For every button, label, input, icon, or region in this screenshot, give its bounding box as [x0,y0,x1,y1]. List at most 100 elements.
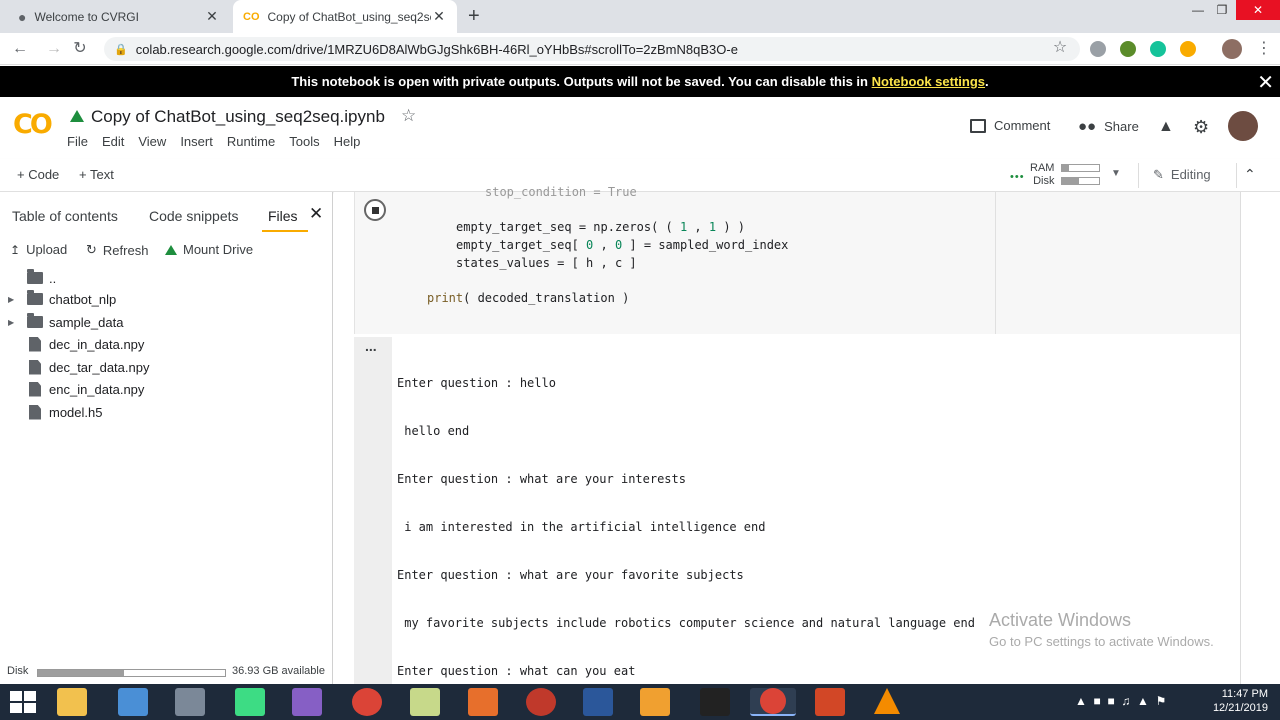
word-icon[interactable] [583,688,613,716]
grammarly-icon[interactable] [1150,41,1166,57]
divider [1138,163,1139,188]
comment-button[interactable]: Comment [970,118,1050,133]
new-tab-button[interactable]: + [468,5,480,28]
share-button[interactable]: ●● Share [1078,118,1139,135]
banner-text: This notebook is open with private outpu… [291,74,872,89]
stop-execution-button[interactable] [364,199,386,221]
control-panel-icon[interactable] [118,688,148,716]
terminal-icon[interactable] [700,688,730,716]
close-tab-icon[interactable]: ✕ [204,8,220,25]
file-row-folder[interactable]: ▶ sample_data [0,311,333,333]
close-tab-icon[interactable]: ✕ [431,8,447,25]
disk-usage-fill [38,670,125,676]
browser-toolbar: ← → ↻ 🔒 colab.research.google.com/drive/… [0,33,1280,65]
profile-avatar[interactable] [1222,39,1242,59]
reload-icon[interactable]: ↻ [70,39,90,59]
file-row-folder[interactable]: ▶ chatbot_nlp [0,288,333,310]
file-row-file[interactable]: dec_tar_data.npy [0,356,333,378]
tab-files[interactable]: Files [268,208,298,224]
menu-bar: File Edit View Insert Runtime Tools Help [67,134,374,149]
tray-icons[interactable]: ▲ ■ ■ ♫ ▲ ⚑ [1075,694,1166,708]
bookmark-star-icon[interactable]: ☆ [1050,38,1070,58]
ram-bar [1061,164,1100,172]
android-studio-icon[interactable] [235,688,265,716]
close-window-icon[interactable]: ✕ [1236,0,1280,20]
notebook-title[interactable]: Copy of ChatBot_using_seq2seq.ipynb [91,107,385,127]
menu-view[interactable]: View [138,134,166,149]
folder-icon [27,290,43,305]
output-menu-icon[interactable]: ... [365,338,377,354]
sticky-notes-icon[interactable] [410,688,440,716]
forward-icon[interactable]: → [44,39,64,59]
file-row-file[interactable]: model.h5 [0,401,333,423]
refresh-button[interactable]: ↻ Refresh [86,242,148,258]
private-outputs-banner: This notebook is open with private outpu… [0,66,1280,97]
visual-studio-icon[interactable] [292,688,322,716]
refresh-label: Refresh [102,242,149,258]
chevron-up-icon[interactable]: ⌃ [1244,166,1256,183]
add-code-button[interactable]: + Code [17,167,59,182]
output-line: i am interested in the artificial intell… [397,520,766,534]
pen-tool-icon[interactable] [468,688,498,716]
star-icon[interactable]: ☆ [401,106,416,126]
file-row-file[interactable]: enc_in_data.npy [0,378,333,400]
output-line: Enter question : what are your favorite … [397,568,744,582]
notebook-settings-link[interactable]: Notebook settings [872,74,985,89]
tab-table-of-contents[interactable]: Table of contents [12,208,118,224]
media-player-icon[interactable] [640,688,670,716]
share-label: Share [1104,119,1139,134]
calculator-icon[interactable] [175,688,205,716]
output-line: hello end [397,424,470,438]
expand-arrow-icon[interactable]: ▶ [0,295,27,304]
windows-start-icon[interactable] [8,690,36,714]
pencil-icon: ✎ [1153,167,1164,182]
url-text: colab.research.google.com/drive/1MRZU6D8… [135,41,738,57]
browser-menu-icon[interactable]: ⋮ [1254,39,1274,59]
browser-tab-cvrgi[interactable]: ● Welcome to CVRGI ✕ [8,0,230,33]
vlc-icon[interactable] [874,688,900,714]
file-explorer-icon[interactable] [57,688,87,716]
extension-icon[interactable] [1120,41,1136,57]
colab-favicon-icon: CO [243,10,260,23]
menu-insert[interactable]: Insert [180,134,213,149]
drive-icon [165,244,177,255]
upload-button[interactable]: ↥ Upload [10,242,67,257]
restore-icon[interactable]: ❐ [1207,0,1237,20]
menu-runtime[interactable]: Runtime [227,134,275,149]
file-row-parent[interactable]: .. [0,267,333,289]
avatar[interactable] [1228,111,1258,141]
chrome-active-icon[interactable] [750,688,796,716]
refresh-icon: ↻ [86,242,97,257]
close-banner-icon[interactable]: ✕ [1257,70,1274,95]
menu-help[interactable]: Help [334,134,361,149]
browser-tab-colab[interactable]: CO Copy of ChatBot_using_seq2seq. ✕ [233,0,457,33]
chrome-icon[interactable] [352,688,382,716]
expand-arrow-icon[interactable]: ▶ [0,318,27,327]
colab-extension-icon[interactable] [1180,41,1196,57]
divider [1236,163,1237,188]
editing-mode-button[interactable]: ✎ Editing [1153,167,1211,183]
tab-code-snippets[interactable]: Code snippets [149,208,239,224]
tab-title: Copy of ChatBot_using_seq2seq. [267,9,432,24]
powerpoint-icon[interactable] [815,688,845,716]
colab-logo[interactable]: CO [13,109,53,140]
mount-drive-button[interactable]: Mount Drive [165,242,253,257]
code-cell[interactable]: stop_condition = True empty_target_seq =… [354,185,1241,334]
close-panel-icon[interactable]: ✕ [309,204,323,224]
file-row-file[interactable]: dec_in_data.npy [0,333,333,355]
menu-edit[interactable]: Edit [102,134,124,149]
gear-icon[interactable]: ⚙ [1193,117,1209,138]
globe-icon: ● [18,8,27,25]
address-bar[interactable]: 🔒 colab.research.google.com/drive/1MRZU6… [104,37,1080,61]
flask-icon[interactable]: ▲ [1158,118,1174,136]
menu-tools[interactable]: Tools [289,134,319,149]
menu-file[interactable]: File [67,134,88,149]
system-clock[interactable]: 11:47 PM 12/21/2019 [1213,687,1268,715]
back-icon[interactable]: ← [10,39,30,59]
resource-monitor[interactable]: RAM Disk [1030,162,1054,188]
add-text-button[interactable]: + Text [79,167,114,182]
chevron-down-icon[interactable]: ▼ [1111,168,1121,179]
pdf-app-icon[interactable] [526,688,556,716]
output-line: Enter question : what can you eat [397,664,636,678]
extension-shield-icon[interactable] [1090,41,1106,57]
